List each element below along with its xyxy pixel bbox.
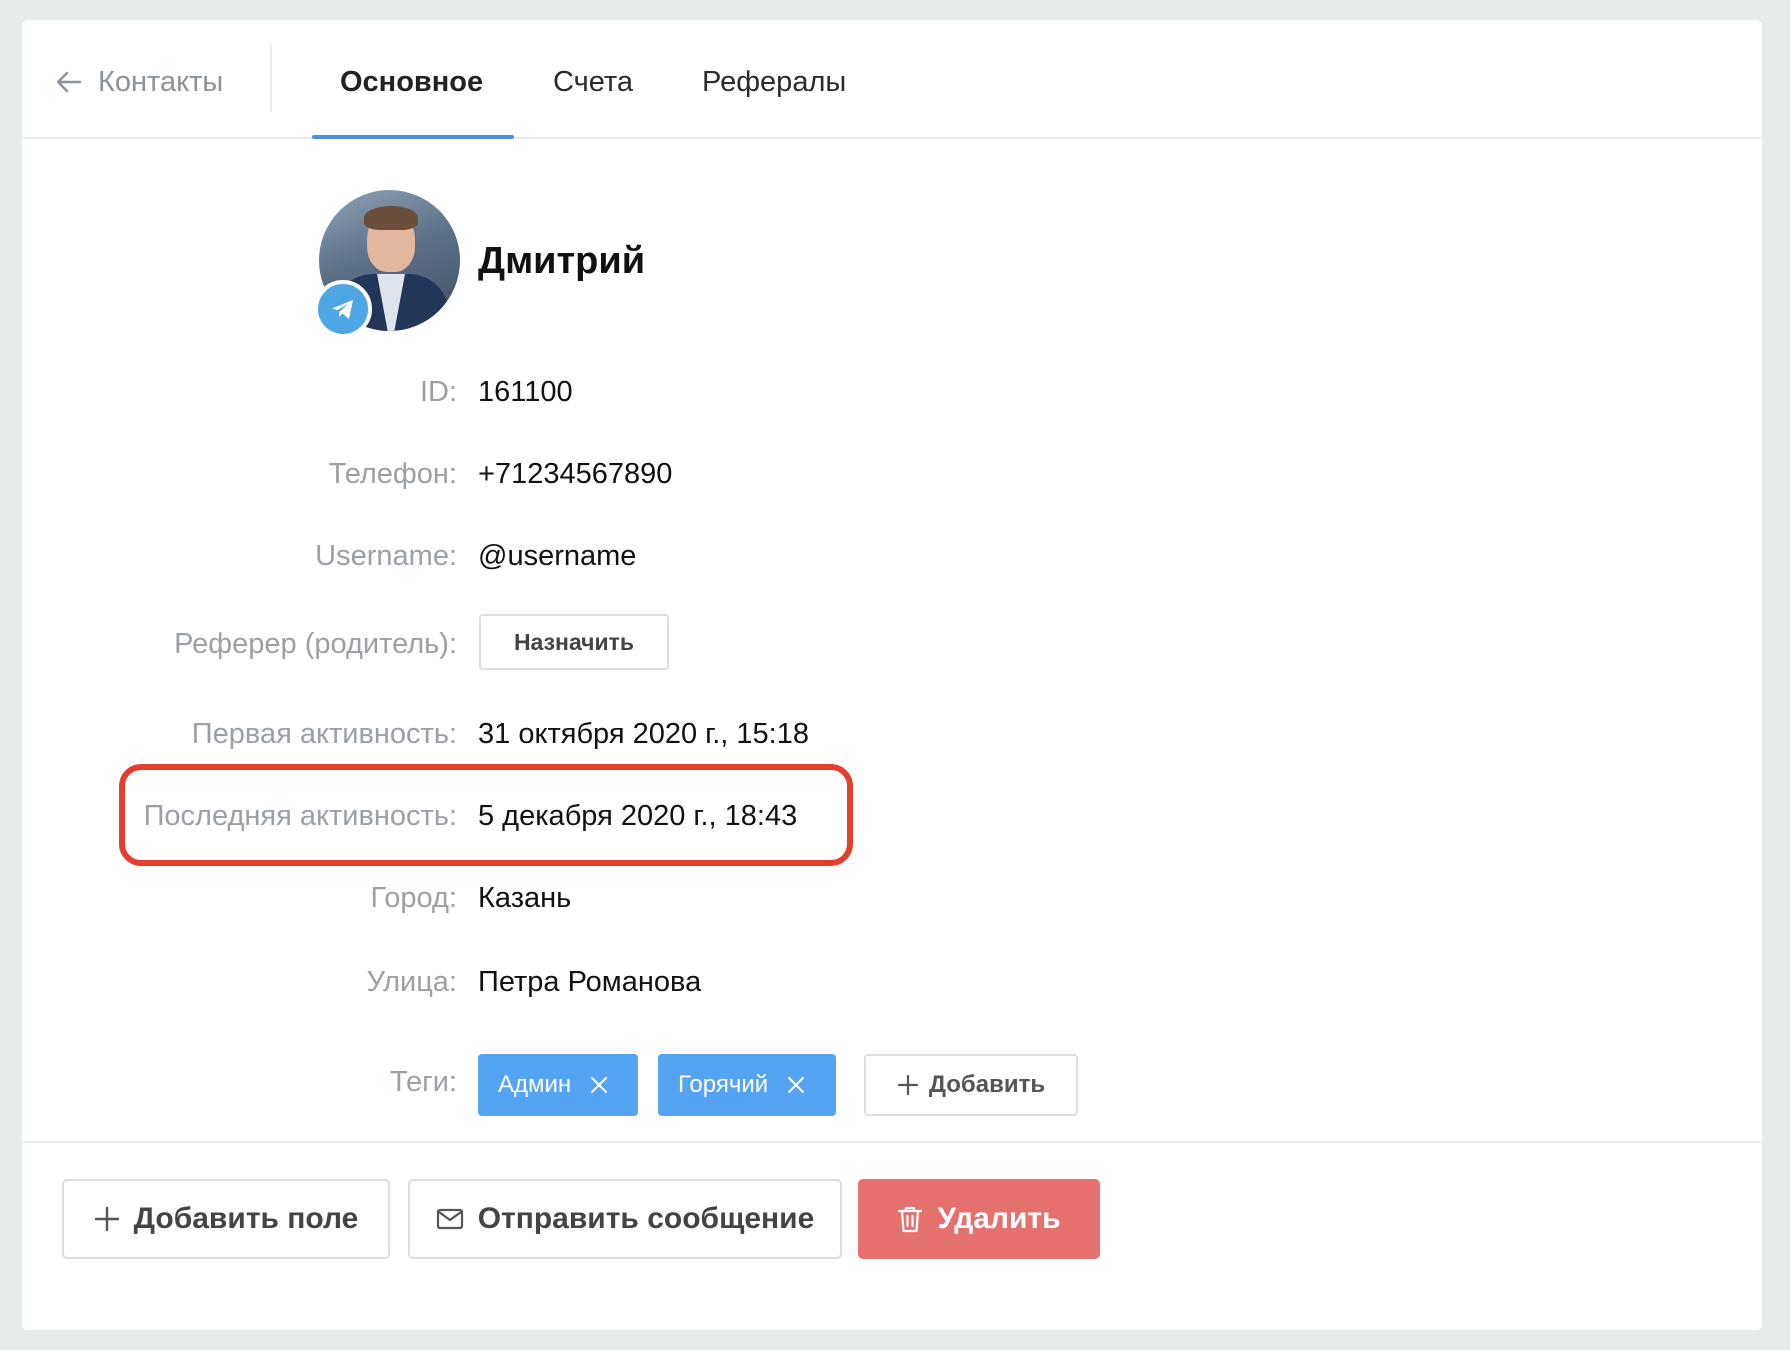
header: Контакты Основное Счета Рефералы (22, 20, 1762, 139)
field-value: Петра Романова (478, 966, 702, 998)
field-label: Телефон: (328, 458, 457, 490)
field-label: Теги: (389, 1066, 457, 1098)
plus-icon (897, 1074, 918, 1096)
plus-icon (94, 1206, 119, 1232)
back-to-contacts-link[interactable]: Контакты (54, 62, 223, 102)
tab-invoices[interactable]: Счета (553, 62, 633, 102)
field-value: +71234567890 (478, 458, 673, 490)
footer-divider (22, 1141, 1762, 1143)
field-row-last-activity: Последняя активность: 5 декабря 2020 г.,… (22, 794, 1762, 838)
contact-card: Контакты Основное Счета Рефералы Дмитрий… (22, 20, 1762, 1330)
field-label: Username: (315, 540, 457, 572)
tag-chip[interactable]: Горячий (658, 1054, 836, 1116)
field-label: Реферер (родитель): (174, 628, 457, 660)
tab-main[interactable]: Основное (340, 62, 483, 102)
field-row-city: Город: Казань (22, 876, 1762, 920)
add-tag-label: Добавить (928, 1071, 1046, 1098)
tab-referrals[interactable]: Рефералы (702, 62, 846, 102)
field-value: @username (478, 540, 637, 572)
field-value: Казань (478, 882, 572, 914)
send-message-button[interactable]: Отправить сообщение (408, 1179, 842, 1259)
field-row-first-activity: Первая активность: 31 октября 2020 г., 1… (22, 712, 1762, 756)
delete-button[interactable]: Удалить (858, 1179, 1100, 1259)
send-message-label: Отправить сообщение (477, 1202, 815, 1235)
telegram-icon (314, 280, 372, 338)
arrow-left-icon (56, 71, 82, 93)
trash-icon (898, 1206, 923, 1233)
active-tab-indicator (312, 135, 514, 139)
delete-label: Удалить (937, 1202, 1061, 1235)
field-row-street: Улица: Петра Романова (22, 960, 1762, 1004)
header-divider (270, 44, 272, 112)
contact-name: Дмитрий (478, 240, 646, 282)
field-row-referrer: Реферер (родитель): Назначить (22, 614, 1762, 670)
field-label: Первая активность: (191, 718, 457, 750)
field-label: Город: (370, 882, 458, 914)
assign-referrer-button[interactable]: Назначить (479, 614, 669, 670)
add-tag-button[interactable]: Добавить (864, 1054, 1078, 1116)
close-icon[interactable] (786, 1075, 806, 1095)
field-value: 31 октября 2020 г., 15:18 (478, 718, 809, 750)
field-label: ID: (419, 376, 457, 408)
envelope-icon (436, 1208, 463, 1230)
field-row-username: Username: @username (22, 534, 1762, 578)
tag-label: Админ (498, 1071, 572, 1098)
tag-chip[interactable]: Админ (478, 1054, 638, 1116)
field-row-tags: Теги: Админ Горячий Добавить (22, 1054, 1762, 1118)
tag-label: Горячий (678, 1071, 769, 1098)
field-row-phone: Телефон: +71234567890 (22, 452, 1762, 496)
field-value: 161100 (478, 376, 573, 408)
field-value: 5 декабря 2020 г., 18:43 (478, 800, 798, 832)
add-field-button[interactable]: Добавить поле (62, 1179, 390, 1259)
back-link-label: Контакты (98, 65, 224, 98)
field-row-id: ID: 161100 (22, 370, 1762, 414)
field-label: Последняя активность: (143, 800, 457, 832)
add-field-label: Добавить поле (133, 1202, 359, 1235)
field-label: Улица: (366, 966, 457, 998)
close-icon[interactable] (589, 1075, 609, 1095)
